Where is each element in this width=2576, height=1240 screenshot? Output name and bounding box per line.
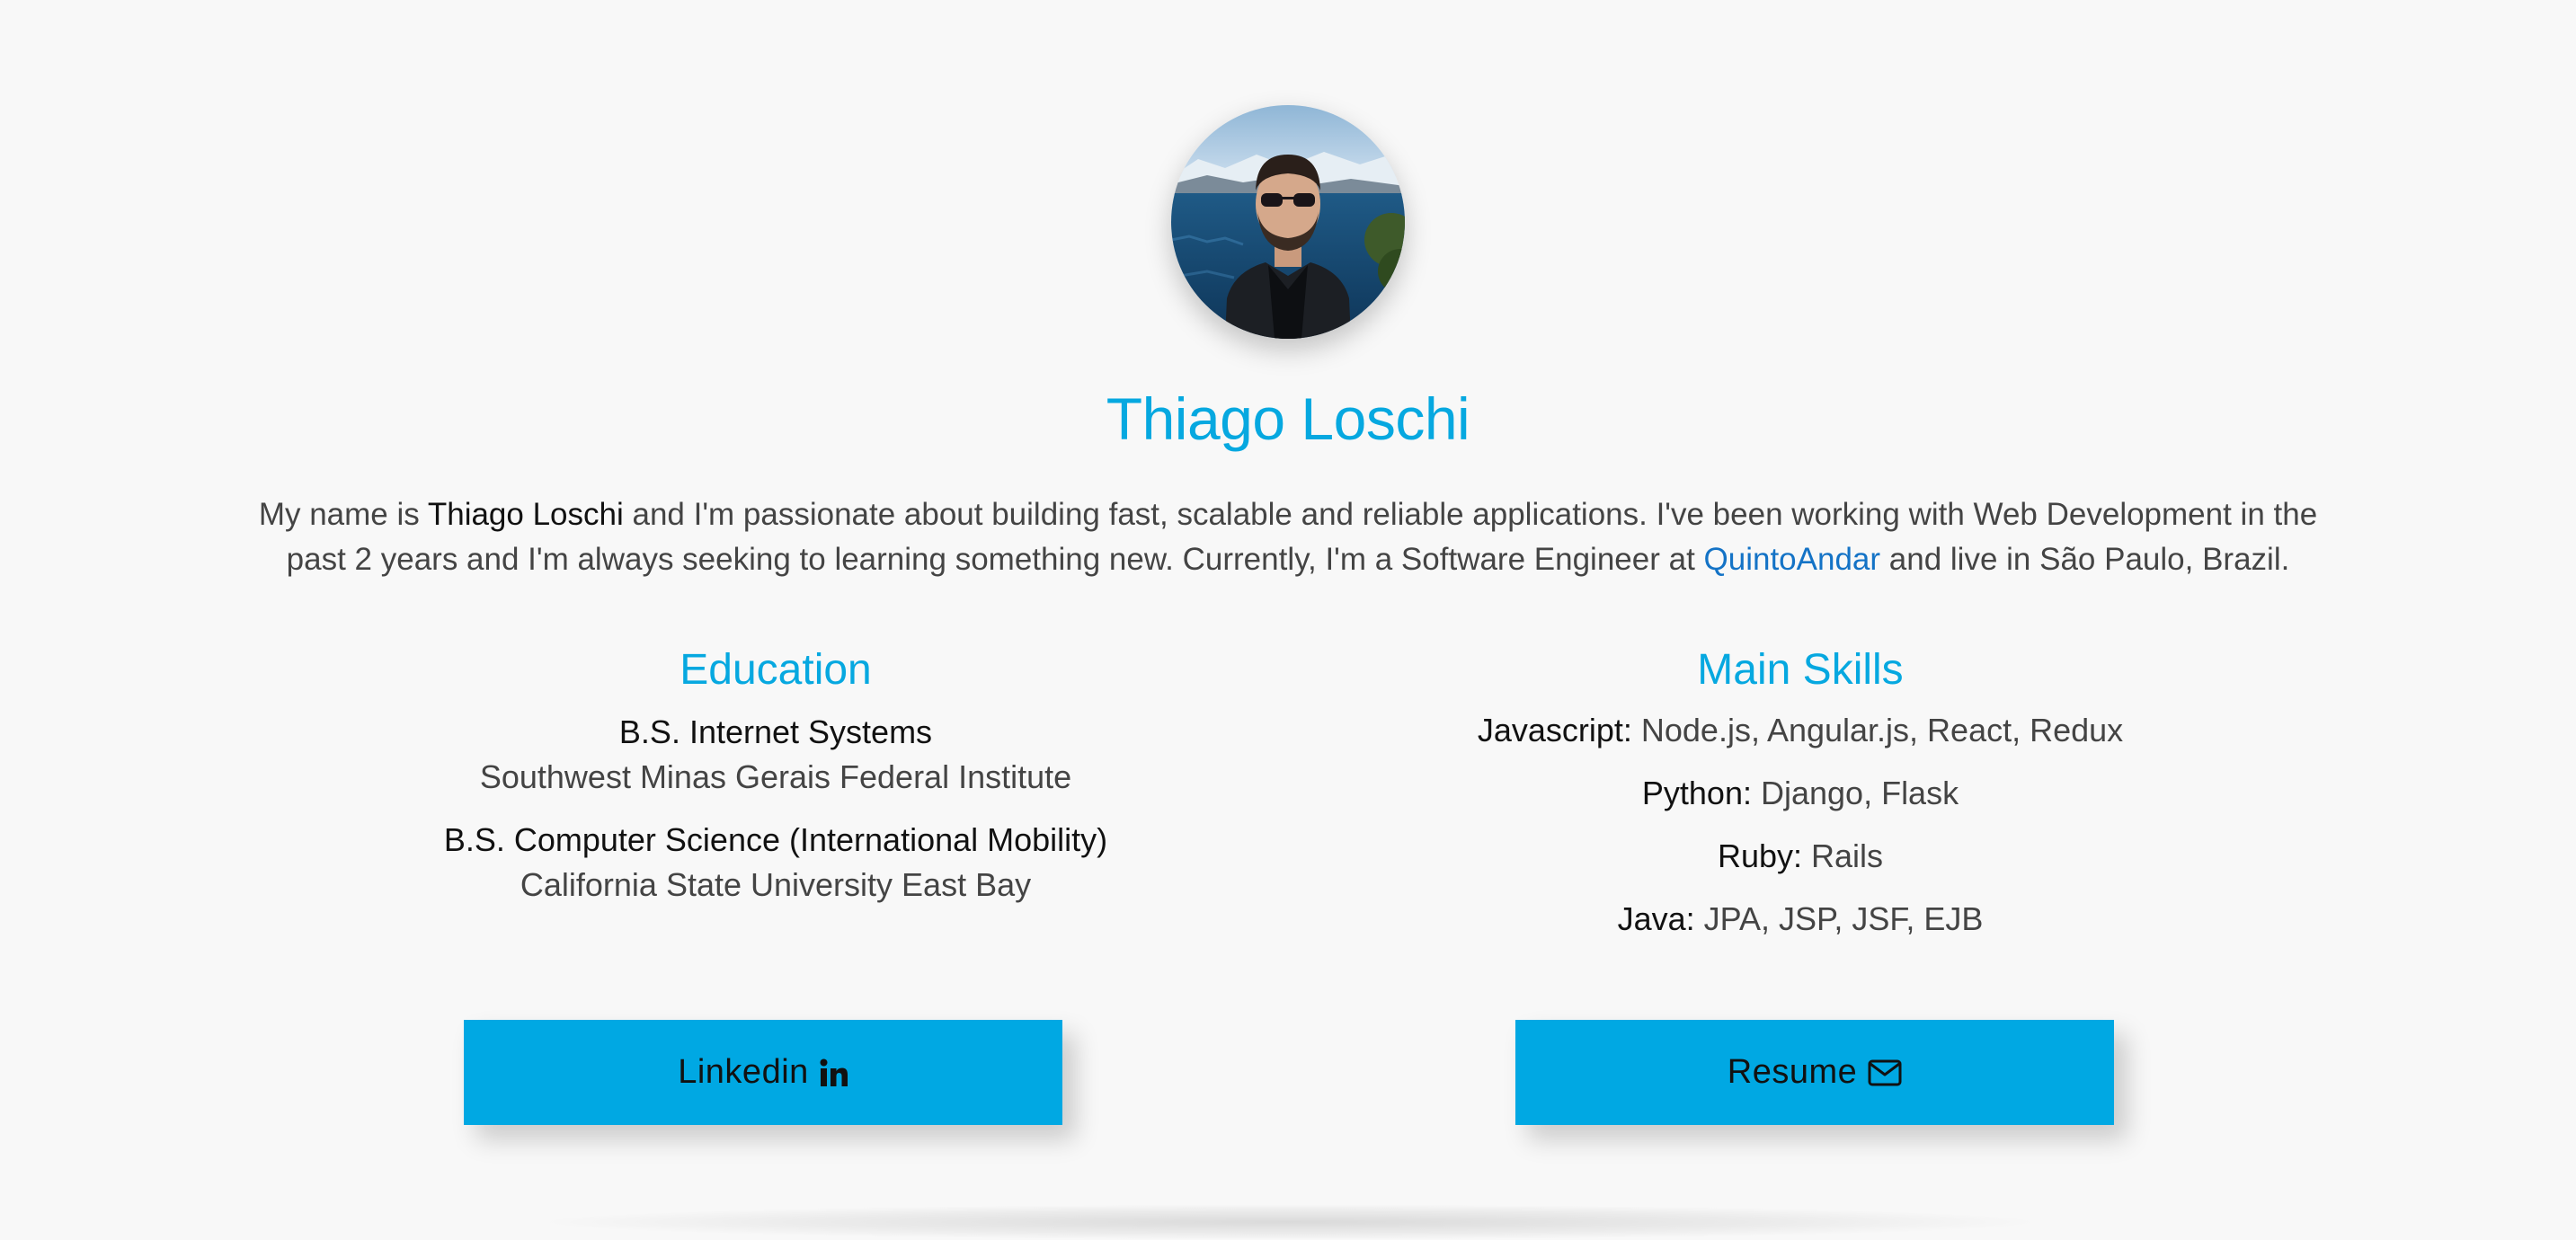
section-divider-shadow [530,1204,2049,1240]
skill-value: JPA, JSP, JSF, EJB [1694,900,1984,937]
envelope-icon [1868,1059,1902,1086]
skills-section: Main Skills Javascript: Node.js, Angular… [1441,643,2160,960]
resume-button-label: Resume [1727,1053,1858,1091]
school-2: California State University East Bay [520,866,1032,903]
skill-label: Java: [1617,900,1695,937]
avatar [1171,105,1405,339]
skills-title: Main Skills [1697,646,1904,694]
skill-item: Javascript: Node.js, Angular.js, React, … [1441,708,2160,753]
skill-value: Django, Flask [1751,775,1959,811]
bio-name: Thiago Loschi [427,497,624,532]
linkedin-button[interactable]: Linkedin [464,1020,1062,1125]
education-title: Education [680,646,872,694]
skill-value: Node.js, Angular.js, React, Redux [1631,712,2124,748]
school-1: Southwest Minas Gerais Federal Institute [479,758,1072,795]
linkedin-icon [820,1058,848,1087]
profile-photo [1171,105,1405,339]
company-link[interactable]: QuintoAndar [1704,542,1881,577]
resume-button[interactable]: Resume [1515,1020,2114,1125]
linkedin-button-label: Linkedin [678,1053,809,1091]
skill-label: Python: [1641,775,1752,811]
bio-text-3: and live in São Paulo, Brazil. [1880,542,2290,577]
education-section: Education B.S. Internet Systems Southwes… [416,643,1135,908]
skill-item: Ruby: Rails [1441,834,2160,879]
skills-list: Javascript: Node.js, Angular.js, React, … [1441,708,2160,942]
skill-item: Java: JPA, JSP, JSF, EJB [1441,897,2160,942]
skill-label: Ruby: [1717,837,1802,874]
skill-value: Rails [1802,837,1884,874]
bio-paragraph: My name is Thiago Loschi and I'm passion… [252,492,2324,582]
profile-name: Thiago Loschi [1106,385,1470,452]
bio-text-1: My name is [258,497,428,532]
skill-label: Javascript: [1477,712,1632,748]
skill-item: Python: Django, Flask [1441,771,2160,816]
degree-2: B.S. Computer Science (International Mob… [443,821,1108,858]
degree-1: B.S. Internet Systems [618,713,933,750]
